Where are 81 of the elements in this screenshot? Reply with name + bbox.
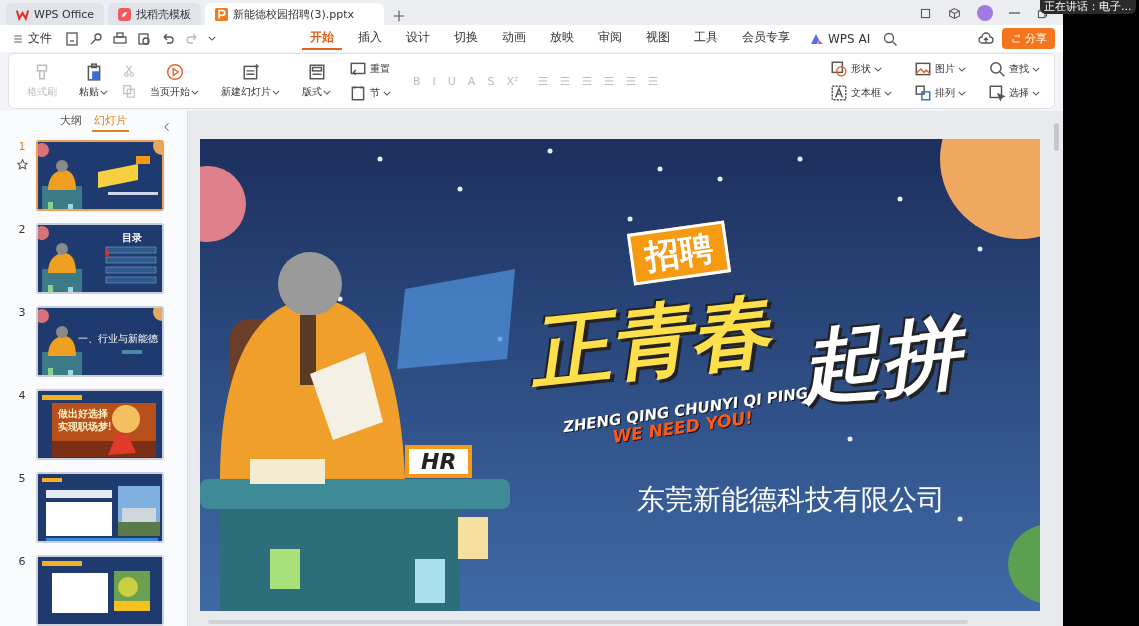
- cube-icon: [948, 6, 961, 20]
- ribbon-button[interactable]: 图片: [910, 60, 970, 78]
- ribbon-tab[interactable]: 放映: [542, 27, 582, 50]
- document-tab[interactable]: 找稻壳模板: [108, 3, 202, 25]
- slide-number: 4: [18, 389, 26, 402]
- cut-icon: [122, 64, 136, 78]
- arrange-icon: [914, 84, 932, 102]
- search-icon: [882, 30, 899, 47]
- search-icon: [988, 60, 1006, 78]
- plus-icon: [392, 9, 406, 23]
- ribbon-button[interactable]: 形状: [826, 60, 896, 78]
- scrollbar[interactable]: [1054, 123, 1059, 151]
- presentation-file-icon: [215, 7, 229, 21]
- ribbon-tab[interactable]: 会员专享: [734, 27, 798, 50]
- image-icon: [914, 60, 932, 78]
- ribbon-tab[interactable]: 动画: [494, 27, 534, 50]
- ribbon-button[interactable]: 当页开始: [142, 61, 207, 101]
- caret-icon: [884, 90, 892, 96]
- leaf-icon: [118, 7, 132, 21]
- reset-icon: [349, 60, 367, 78]
- ribbon-button[interactable]: 节: [345, 84, 395, 102]
- slide-heading: 实现职场梦!: [58, 420, 112, 434]
- ribbon-button[interactable]: 排列: [910, 84, 970, 102]
- document-tab[interactable]: WPS Office: [6, 3, 105, 25]
- share-icon: [1010, 32, 1022, 45]
- save-icon: [64, 30, 80, 47]
- speaker-indicator: 正在讲话：电子...: [1040, 0, 1136, 14]
- desk-sign: HR: [405, 445, 473, 478]
- section-icon: [349, 84, 367, 102]
- slide-heading: 目录: [122, 231, 142, 245]
- slide-number: 1: [18, 140, 26, 153]
- slide-number: 5: [18, 472, 26, 485]
- ribbon-tab[interactable]: 工具: [686, 27, 726, 50]
- slide-number: 3: [18, 306, 26, 319]
- slide-number: 6: [18, 555, 26, 568]
- textbox-icon: [830, 84, 848, 102]
- file-menu[interactable]: 文件: [8, 28, 56, 49]
- slide-thumbnail[interactable]: 目录: [36, 223, 164, 294]
- window-icon: [919, 6, 932, 20]
- slide-heading: 一、行业与新能德: [78, 332, 158, 346]
- document-tab[interactable]: 新能德校园招聘(3).pptx: [205, 3, 384, 25]
- slide-thumbnail[interactable]: 一、行业与新能德: [36, 306, 164, 377]
- slide-heading: 做出好选择: [58, 407, 108, 421]
- select-icon: [988, 84, 1006, 102]
- ai-logo-icon: [810, 32, 824, 45]
- logo-icon: [16, 7, 29, 21]
- caret-icon: [958, 66, 966, 72]
- caret-icon: [958, 90, 966, 96]
- caret-icon: [1032, 90, 1040, 96]
- copy-icon: [122, 84, 136, 98]
- print-icon: [112, 30, 128, 47]
- caret-icon: [874, 66, 882, 72]
- ribbon-button[interactable]: 选择: [984, 84, 1044, 102]
- ribbon-button[interactable]: 新建幻灯片: [213, 61, 288, 101]
- menu-icon: [12, 32, 24, 45]
- slide-thumbnail[interactable]: 做出好选择 实现职场梦!: [36, 389, 164, 460]
- caret-icon: [208, 36, 216, 41]
- minimize-icon: [1009, 12, 1020, 14]
- ribbon-tab[interactable]: 插入: [350, 27, 390, 50]
- layout-icon: [307, 63, 326, 81]
- ribbon-button[interactable]: 版式: [294, 61, 339, 101]
- print-preview-icon: [136, 30, 152, 47]
- panel-tab[interactable]: 大纲: [58, 111, 84, 132]
- ribbon-tab[interactable]: 视图: [638, 27, 678, 50]
- shapes-icon: [830, 60, 848, 78]
- cloud-upload-icon: [978, 30, 994, 47]
- ribbon-tab[interactable]: 设计: [398, 27, 438, 50]
- ribbon-tab[interactable]: 切换: [446, 27, 486, 50]
- company-name: 东莞新能德科技有限公司: [637, 482, 945, 518]
- ribbon-button[interactable]: 查找: [984, 60, 1044, 78]
- avatar[interactable]: [977, 5, 993, 21]
- ribbon-button[interactable]: 重置: [345, 60, 395, 78]
- ribbon-tab[interactable]: 审阅: [590, 27, 630, 50]
- new-slide-icon: [241, 63, 260, 81]
- ai-button[interactable]: WPS AI: [806, 29, 875, 48]
- ribbon-button[interactable]: 文本框: [826, 84, 896, 102]
- play-icon: [165, 63, 184, 81]
- ribbon-tab[interactable]: 开始: [302, 27, 342, 50]
- ribbon-button[interactable]: 粘贴: [71, 61, 116, 101]
- slide-number: 2: [18, 223, 26, 236]
- caret-icon: [1032, 66, 1040, 72]
